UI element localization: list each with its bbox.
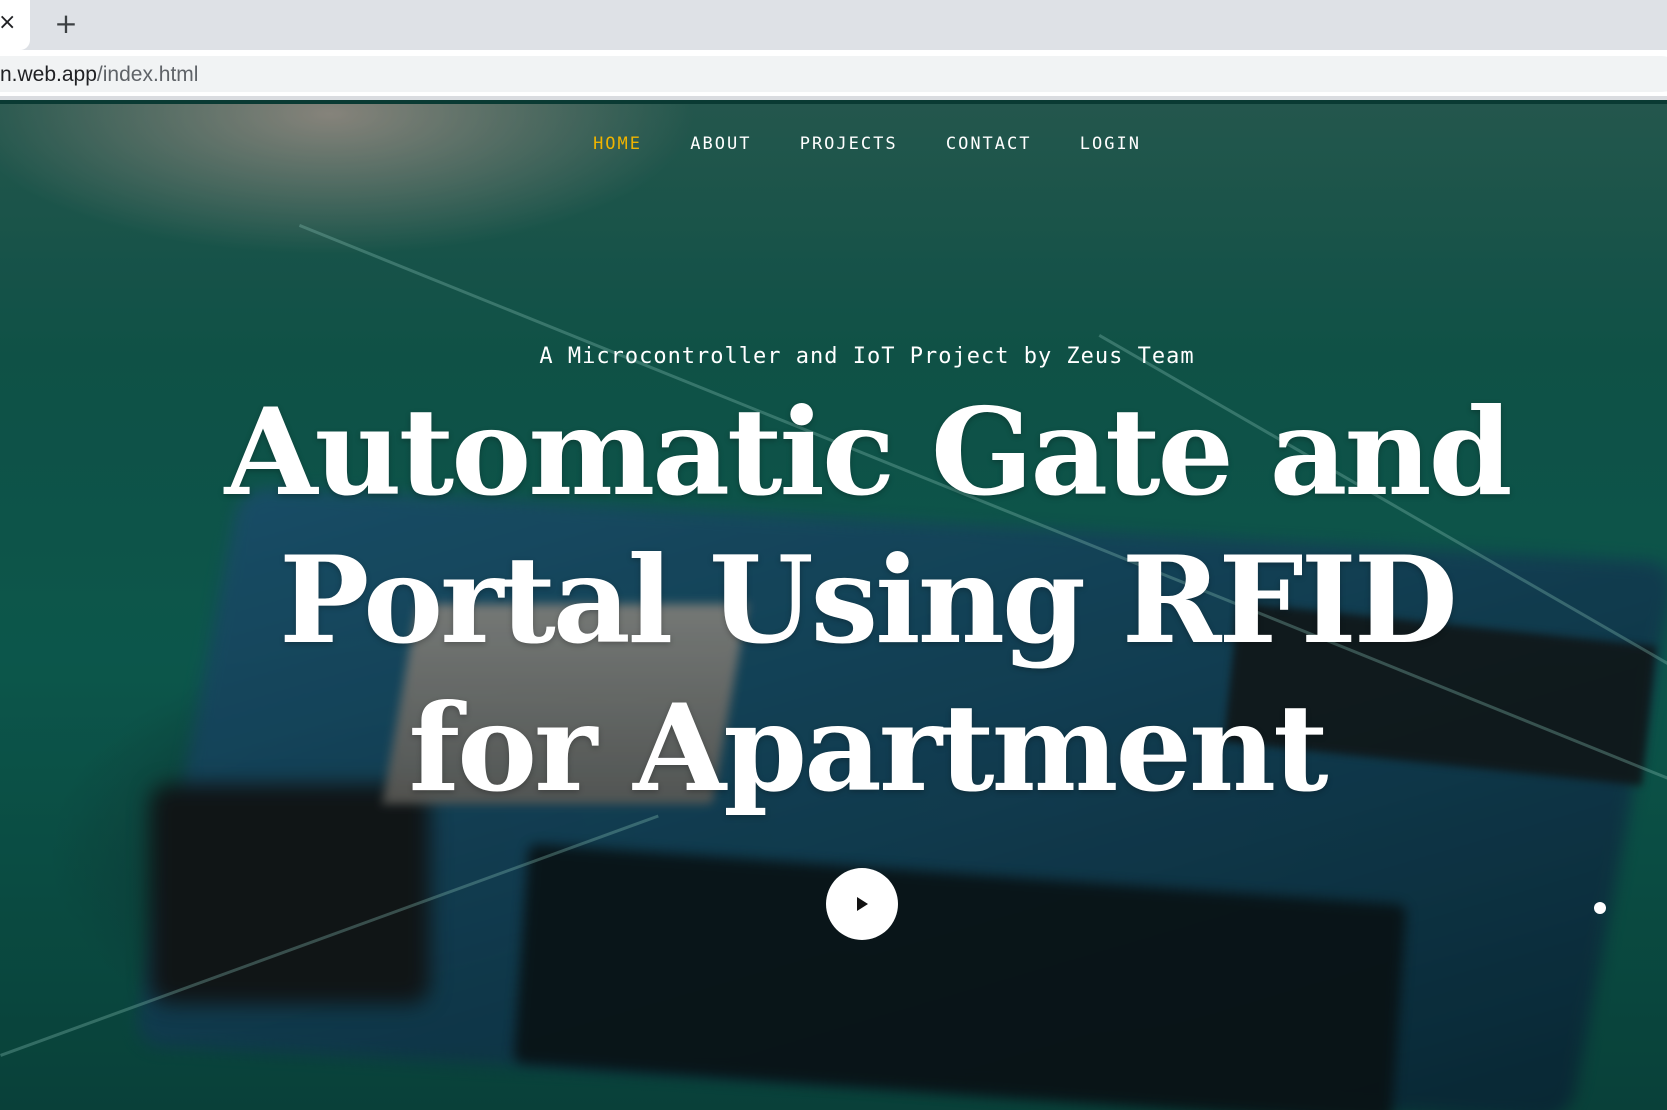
browser-tabstrip: × + [0, 0, 1667, 50]
url-path: /index.html [96, 63, 199, 86]
nav-projects[interactable]: PROJECTS [800, 134, 898, 154]
play-video-button[interactable] [826, 868, 898, 940]
cursor-dot [1594, 902, 1606, 914]
nav-home[interactable]: HOME [593, 134, 642, 154]
nav-login[interactable]: LOGIN [1080, 134, 1141, 154]
hero-subtitle: A Microcontroller and IoT Project by Zeu… [539, 344, 1195, 369]
hero-section: HOME ABOUT PROJECTS CONTACT LOGIN A Micr… [0, 104, 1667, 1110]
tab-close-icon[interactable]: × [0, 8, 20, 38]
address-bar-url[interactable]: n.web.app/index.html [0, 60, 198, 90]
nav-about[interactable]: ABOUT [690, 134, 751, 154]
nav-contact[interactable]: CONTACT [946, 134, 1032, 154]
hero-title: Automatic Gate and Portal Using RFID for… [224, 382, 1512, 819]
address-bar[interactable] [0, 56, 1667, 92]
play-icon [857, 897, 868, 911]
main-nav: HOME ABOUT PROJECTS CONTACT LOGIN [0, 134, 1667, 154]
new-tab-button[interactable]: + [50, 8, 82, 40]
browser-toolbar [0, 50, 1667, 100]
url-host: n.web.app [0, 63, 97, 86]
